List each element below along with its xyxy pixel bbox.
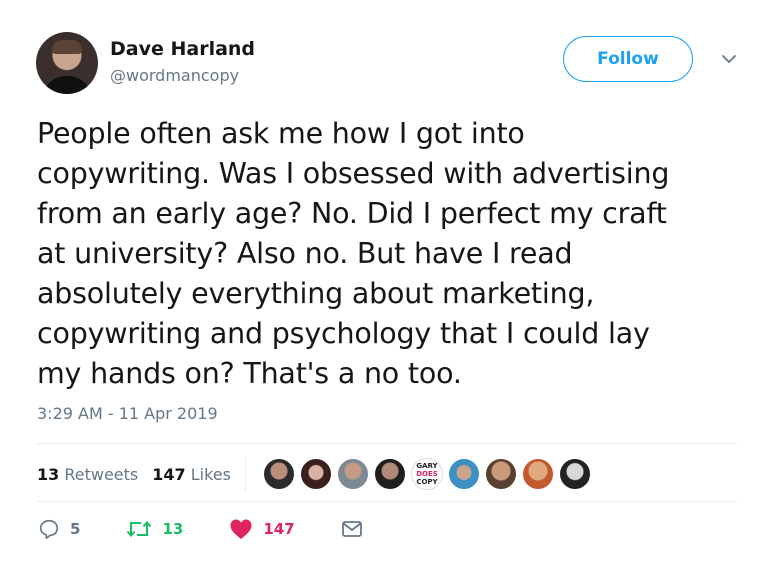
retweet-icon <box>127 520 152 538</box>
tweet-text: People often ask me how I got into copyw… <box>37 114 747 394</box>
liker-avatar[interactable] <box>522 458 554 490</box>
tweet-header: Dave Harland @wordmancopy Follow <box>36 32 748 96</box>
divider <box>37 501 737 502</box>
liker-avatar-logo[interactable]: GARY DOES COPY <box>411 458 443 490</box>
retweets-stat[interactable]: 13 Retweets <box>37 465 138 484</box>
likes-count: 147 <box>152 464 186 484</box>
author-handle[interactable]: @wordmancopy <box>110 66 239 85</box>
tweet-line: copywriting and psychology that I could … <box>37 317 650 350</box>
liker-avatar[interactable] <box>485 458 517 490</box>
likes-stat[interactable]: 147 Likes <box>152 465 231 484</box>
divider <box>37 443 737 444</box>
like-count: 147 <box>263 520 295 538</box>
avatar-shirt <box>42 76 92 94</box>
liker-avatar[interactable] <box>300 458 332 490</box>
liker-avatar[interactable] <box>337 458 369 490</box>
reply-button[interactable]: 5 <box>38 518 80 540</box>
retweets-count: 13 <box>37 464 60 484</box>
tweet-stats: 13 Retweets 147 Likes GARY DOES COPY <box>37 456 591 492</box>
retweet-count: 13 <box>162 520 184 538</box>
follow-button[interactable]: Follow <box>563 36 693 82</box>
tweet-timestamp[interactable]: 3:29 AM - 11 Apr 2019 <box>37 404 218 423</box>
retweets-label: Retweets <box>64 464 139 484</box>
envelope-icon <box>341 521 362 537</box>
tweet-line: from an early age? No. Did I perfect my … <box>37 197 667 230</box>
likers-avatars: GARY DOES COPY <box>258 458 591 490</box>
logo-text-line: GARY <box>416 462 438 470</box>
logo-text-line: DOES <box>416 470 438 478</box>
tweet-line: at university? Also no. But have I read <box>37 237 573 270</box>
stats-separator <box>245 456 246 492</box>
tweet-line: copywriting. Was I obsessed with adverti… <box>37 157 670 190</box>
like-button[interactable]: 147 <box>229 518 295 540</box>
author-avatar[interactable] <box>36 32 98 94</box>
retweet-button[interactable]: 13 <box>126 518 183 540</box>
chevron-down-icon[interactable] <box>720 50 738 68</box>
author-name[interactable]: Dave Harland <box>110 38 255 60</box>
tweet-line: absolutely everything about marketing, <box>37 277 595 310</box>
heart-icon <box>230 519 252 539</box>
liker-avatar[interactable] <box>374 458 406 490</box>
reply-icon <box>39 519 59 539</box>
liker-avatar[interactable] <box>448 458 480 490</box>
avatar-hair <box>52 40 82 54</box>
tweet-line: People often ask me how I got into <box>37 117 525 150</box>
direct-message-button[interactable] <box>341 519 373 539</box>
tweet-actions: 5 13 147 <box>38 518 419 540</box>
logo-text-line: COPY <box>416 478 438 486</box>
reply-count: 5 <box>70 520 81 538</box>
tweet-line: my hands on? That's a no too. <box>37 357 462 390</box>
liker-avatar[interactable] <box>559 458 591 490</box>
likes-label: Likes <box>190 464 231 484</box>
liker-avatar[interactable] <box>263 458 295 490</box>
